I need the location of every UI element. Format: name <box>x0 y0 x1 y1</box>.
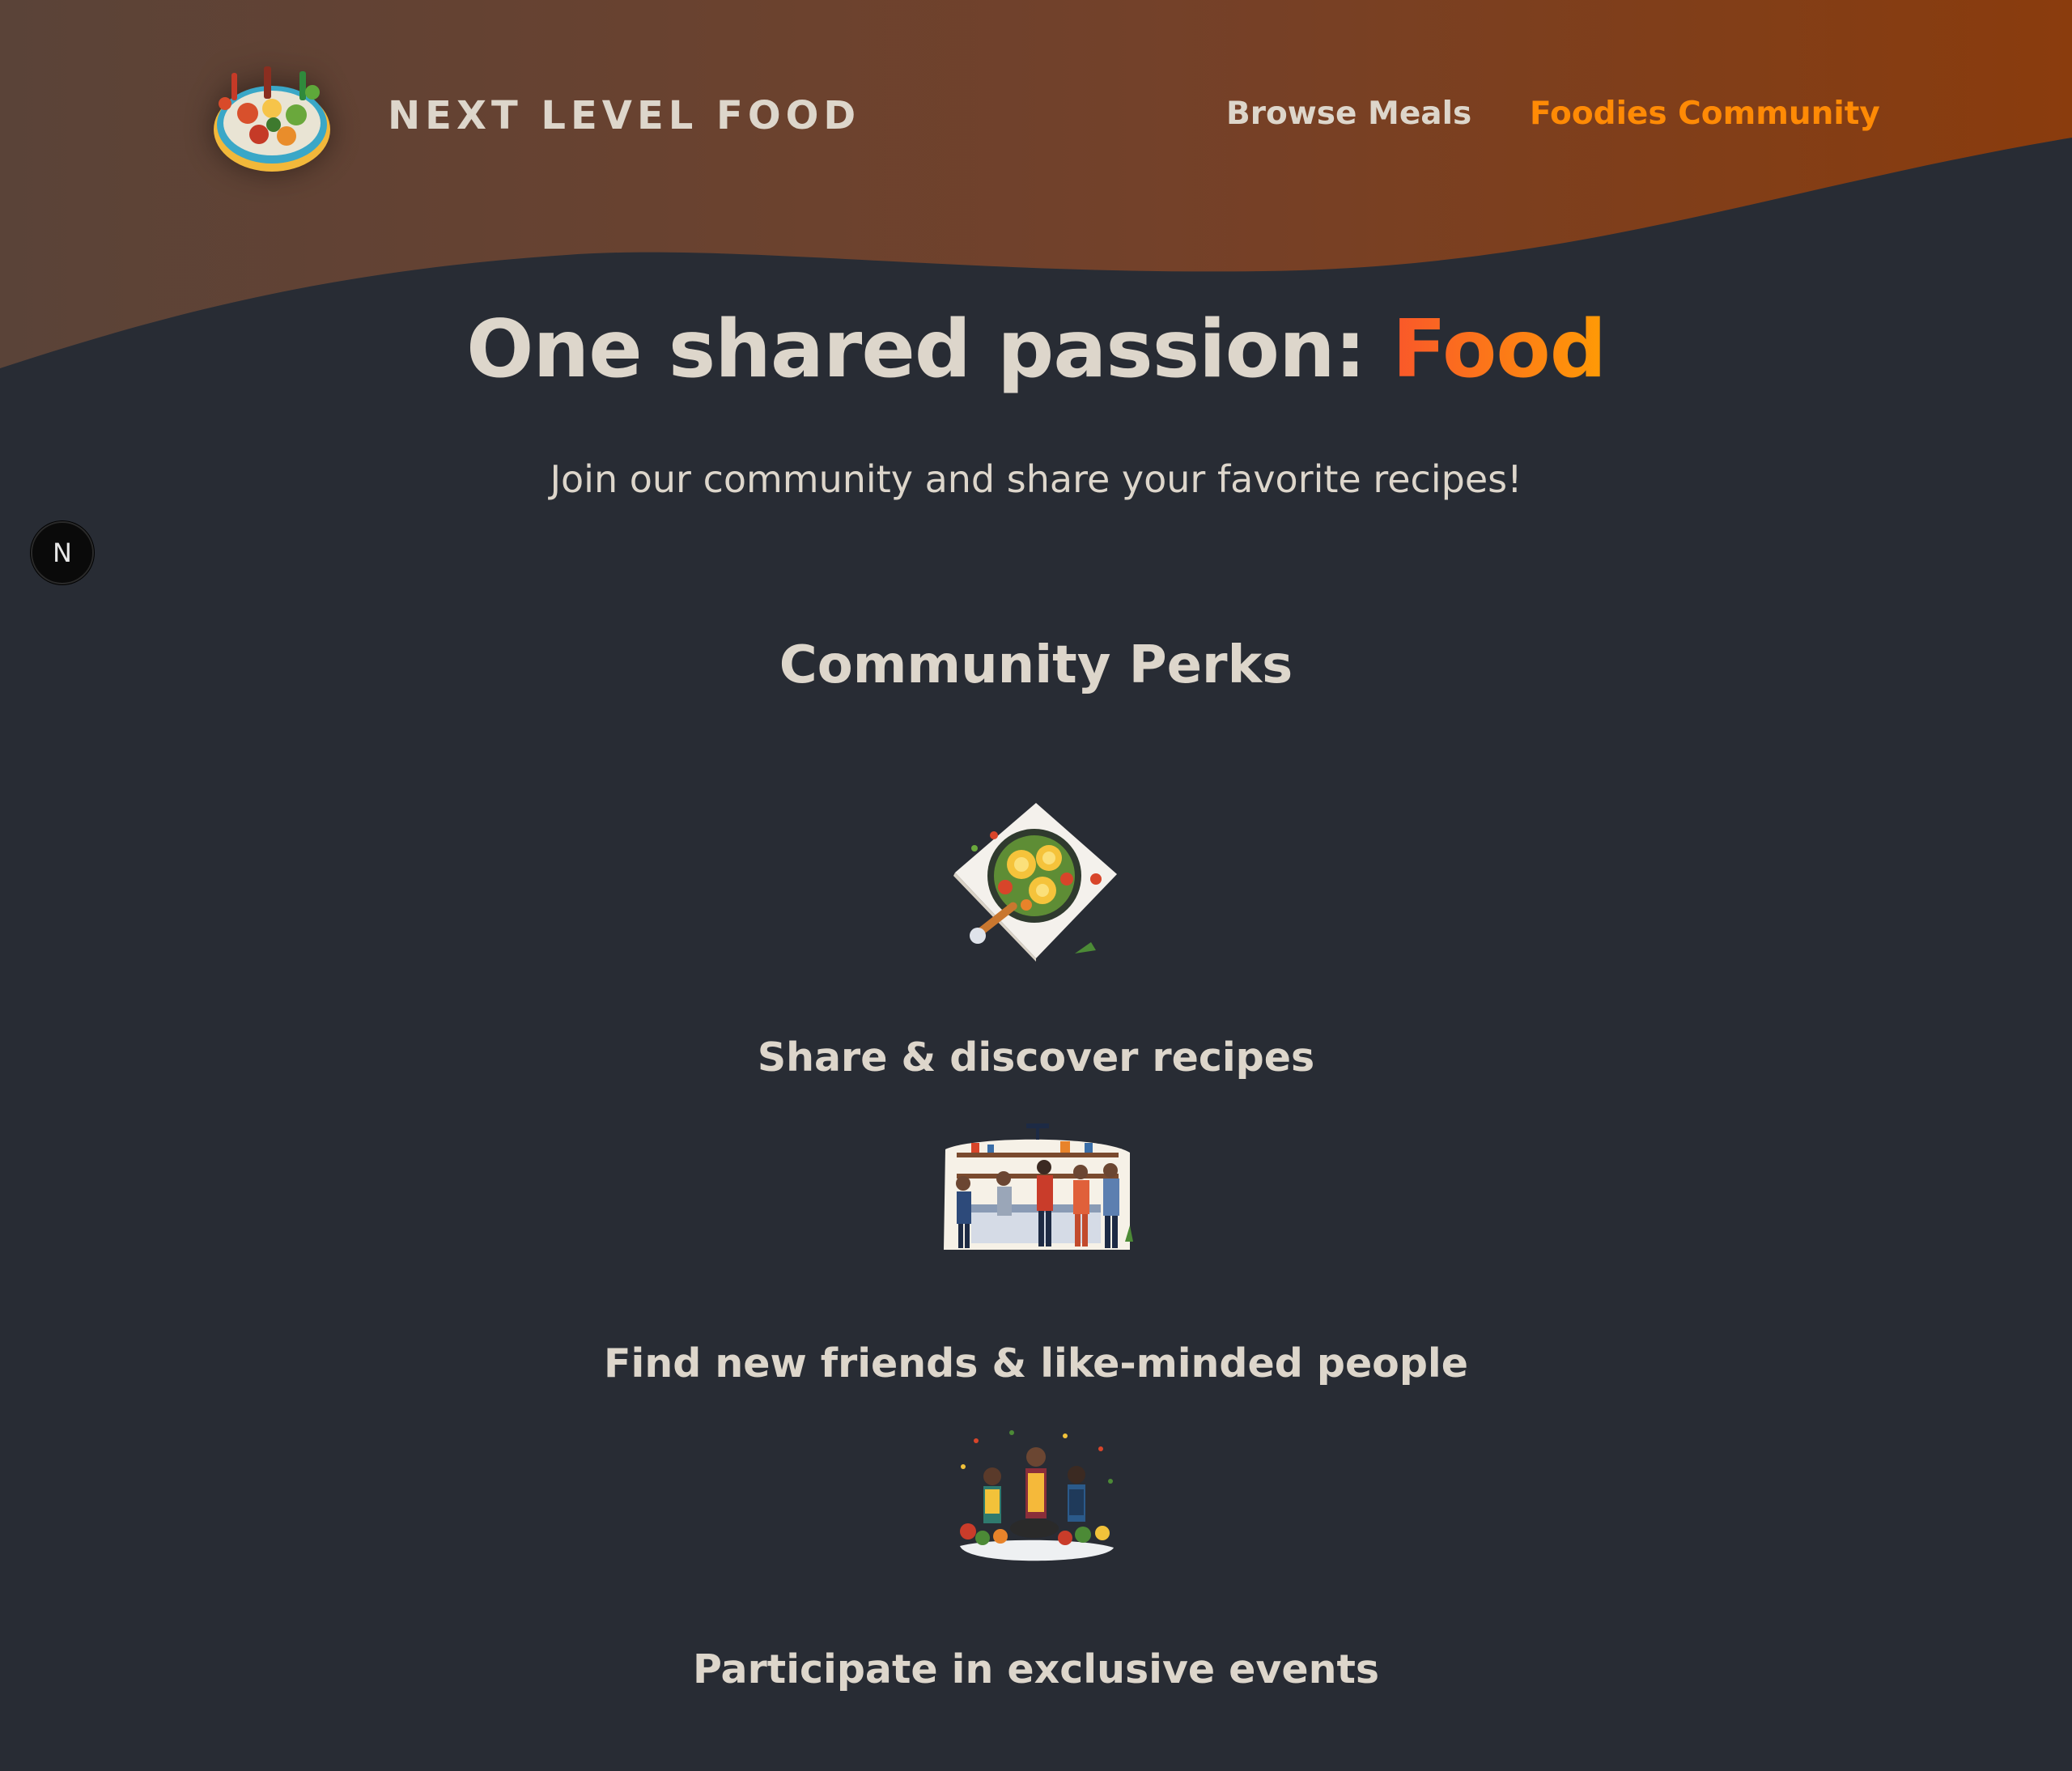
main-nav: Browse Meals Foodies Community <box>0 96 2072 144</box>
recipe-plate-illustration-icon <box>953 803 1117 962</box>
page-title-prefix: One shared passion: <box>466 304 1393 396</box>
page-subtitle: Join our community and share your favori… <box>550 457 1522 501</box>
nextjs-n-icon: N <box>53 537 72 568</box>
cooking-event-illustration-icon <box>960 1430 1114 1561</box>
main-header: NEXT LEVEL FOOD Browse Meals Foodies Com… <box>0 0 2072 235</box>
perks-heading: Community Perks <box>779 635 1293 695</box>
page-title: One shared passion: Food <box>0 304 2072 396</box>
nextjs-dev-indicator-button[interactable]: N <box>31 521 94 584</box>
perk-label-find-friends: Find new friends & like-minded people <box>604 1340 1468 1387</box>
community-kitchen-illustration-icon <box>944 1123 1133 1250</box>
perk-label-share-recipes: Share & discover recipes <box>757 1034 1315 1081</box>
nav-link-foodies-community[interactable]: Foodies Community <box>1530 96 1880 132</box>
page-title-highlight: Food <box>1392 304 1607 396</box>
nav-link-browse-meals[interactable]: Browse Meals <box>1226 96 1471 132</box>
perk-label-exclusive-events: Participate in exclusive events <box>692 1646 1380 1692</box>
